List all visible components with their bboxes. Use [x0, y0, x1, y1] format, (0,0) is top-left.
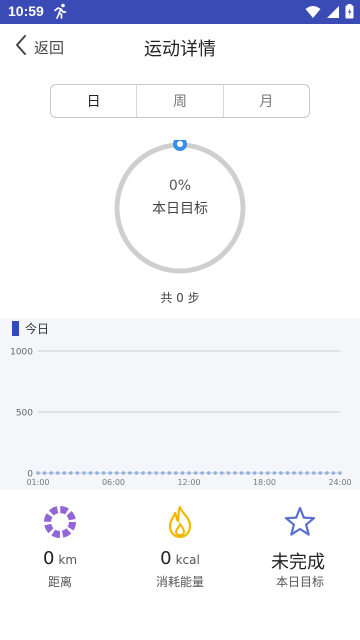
data-point — [206, 471, 211, 475]
data-point — [154, 471, 158, 475]
y-tick-label: 1000 — [10, 348, 33, 358]
x-tick-label: 18:00 — [253, 478, 276, 487]
x-tick-label: 01:00 — [26, 478, 49, 487]
goal-label: 本日目标 — [152, 201, 208, 217]
data-point — [141, 471, 145, 475]
tab-week[interactable]: 周 — [136, 85, 222, 117]
distance-unit: km — [58, 553, 78, 567]
data-point — [42, 471, 47, 475]
data-point — [265, 471, 270, 475]
data-point — [239, 471, 244, 475]
data-point — [88, 471, 93, 475]
status-bar: 10:59 — [0, 0, 360, 24]
chart-plot: 1000500001:00 06:00 12:00 18:00 24:00 — [10, 348, 351, 488]
data-point — [318, 471, 323, 475]
goal-status-value: 未完成 — [271, 552, 325, 573]
data-point — [180, 471, 185, 475]
app-bar: 返回 运动详情 — [0, 24, 360, 70]
data-point — [36, 471, 40, 475]
status-time: 10:59 — [8, 3, 44, 19]
data-point — [285, 471, 290, 475]
data-point — [69, 471, 73, 475]
signal-icon — [326, 4, 340, 23]
data-point — [252, 471, 257, 475]
data-point — [279, 471, 283, 475]
tab-month[interactable]: 月 — [222, 85, 309, 117]
data-point — [108, 471, 113, 475]
data-point — [233, 471, 237, 475]
flame-icon — [168, 505, 192, 539]
data-point — [174, 471, 178, 475]
x-tick-label: 24:00 — [328, 478, 351, 487]
stat-goal: 未完成 本日目标 — [240, 490, 360, 640]
battery-icon — [345, 4, 354, 23]
data-point — [121, 471, 126, 475]
data-point — [305, 471, 309, 475]
distance-label: 距离 — [47, 575, 72, 589]
stat-distance: 0 km 距离 — [0, 490, 120, 640]
data-point — [128, 471, 132, 475]
stats-row: 0 km 距离 0 kcal 消耗能量 未完成 本日目标 — [0, 490, 360, 640]
data-point — [147, 471, 152, 475]
data-point — [49, 471, 53, 475]
steps-chart: 今日 1000 500 0 01:00 06:00 12:00 18:00 24:00 — [0, 318, 360, 490]
tab-day[interactable]: 日 — [51, 85, 136, 117]
data-point — [298, 471, 303, 475]
data-point — [187, 471, 191, 475]
energy-value: 0 kcal — [160, 548, 200, 569]
data-point — [114, 471, 119, 475]
data-point — [213, 471, 218, 475]
stat-energy: 0 kcal 消耗能量 — [120, 490, 240, 640]
data-point — [134, 471, 139, 475]
data-point — [75, 471, 80, 475]
data-point — [246, 471, 250, 475]
energy-label: 消耗能量 — [155, 575, 204, 589]
data-point — [325, 471, 329, 475]
data-point — [95, 471, 99, 475]
data-point — [167, 471, 172, 475]
data-point — [226, 471, 231, 475]
total-steps: 共 0 步 — [160, 291, 200, 305]
running-icon — [52, 3, 68, 23]
goal-percent: 0% — [168, 178, 192, 194]
data-point — [220, 471, 224, 475]
data-point — [272, 471, 277, 475]
data-point — [101, 471, 106, 475]
x-tick-label: 12:00 — [177, 478, 200, 487]
data-point — [193, 471, 198, 475]
distance-ring-icon — [44, 506, 76, 538]
energy-unit: kcal — [175, 553, 200, 567]
data-point — [259, 471, 264, 475]
wifi-icon — [305, 4, 321, 23]
data-point — [200, 471, 204, 475]
data-point — [62, 471, 67, 475]
goal-status-label: 本日目标 — [275, 575, 324, 589]
data-point — [82, 471, 86, 475]
data-point — [331, 471, 336, 475]
data-point — [55, 471, 60, 475]
page-title: 运动详情 — [144, 39, 216, 60]
star-icon — [284, 506, 316, 536]
x-tick-label: 06:00 — [102, 478, 125, 487]
data-point — [160, 471, 165, 475]
period-tabs: 日 周 月 — [50, 84, 310, 118]
data-point — [292, 471, 296, 475]
data-point — [338, 471, 342, 475]
y-tick-label: 500 — [16, 409, 33, 419]
data-point — [311, 471, 316, 475]
distance-value: 0 km — [42, 548, 78, 569]
